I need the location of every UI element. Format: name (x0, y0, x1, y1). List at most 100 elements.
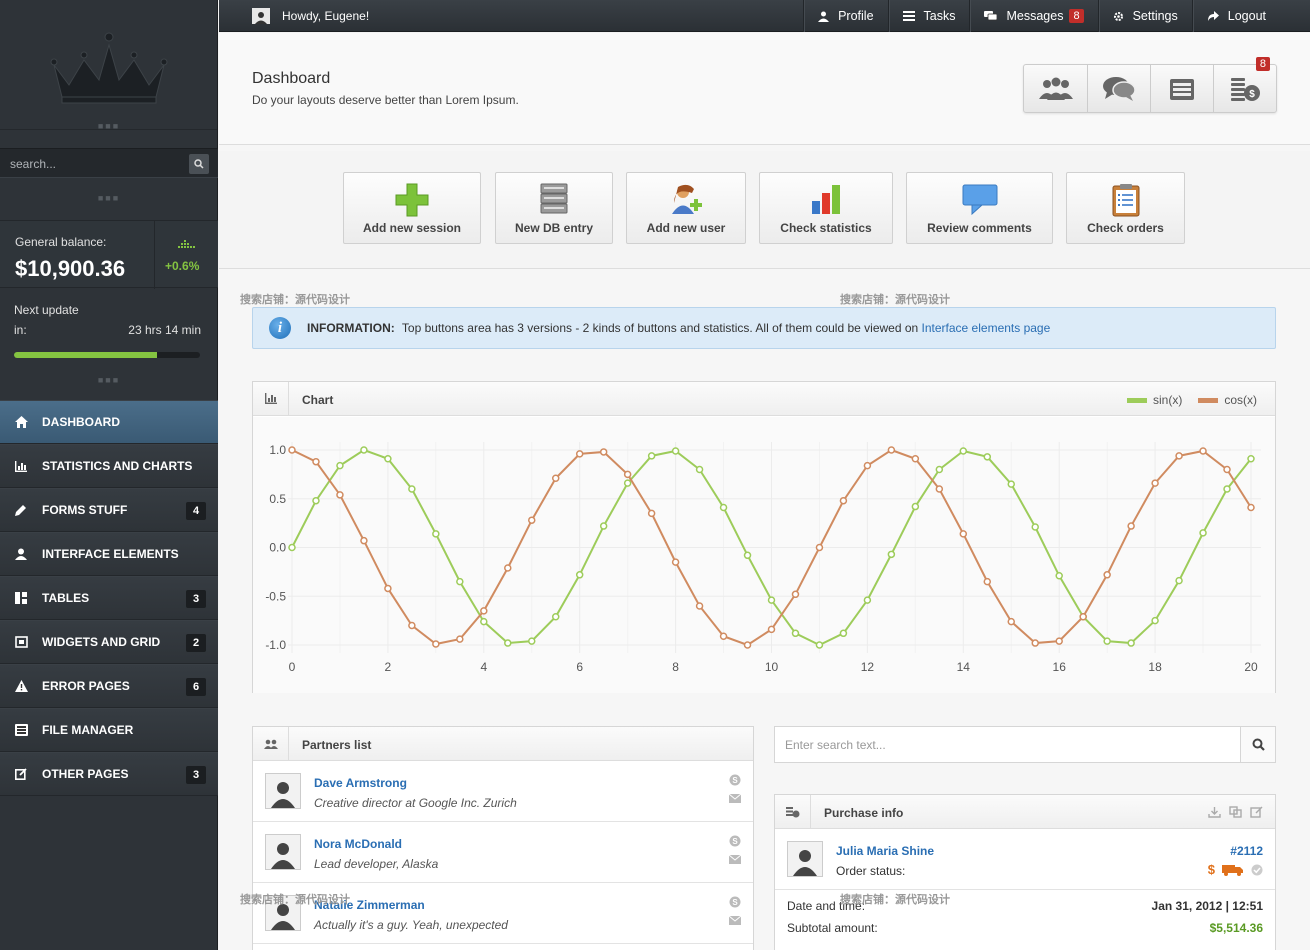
balance-panel: General balance: $10,900.36 +0.6% (0, 220, 218, 289)
partner-avatar (265, 834, 301, 870)
bar-chart-icon (0, 460, 42, 472)
sidebar-search-input[interactable] (4, 153, 184, 175)
edit-icon[interactable] (1250, 806, 1263, 818)
data-point-sin (791, 629, 800, 638)
content-search-button[interactable] (1240, 727, 1275, 762)
order-id[interactable]: #2112 (1230, 844, 1263, 858)
logout-link[interactable]: Logout (1191, 0, 1280, 32)
x-tick-label: 12 (861, 660, 875, 674)
settings-link[interactable]: Settings (1097, 0, 1192, 32)
content-search-input[interactable] (775, 727, 1241, 762)
x-tick-label: 16 (1053, 660, 1067, 674)
comments-stat-button[interactable] (1087, 65, 1150, 112)
cabinet-stat-button[interactable] (1150, 65, 1213, 112)
data-point-cos (815, 543, 824, 552)
profile-link[interactable]: Profile (803, 0, 887, 32)
partner-name[interactable]: Dave Armstrong (314, 776, 407, 790)
plus-icon (395, 183, 429, 217)
progress-fill (14, 352, 158, 358)
x-tick-label: 0 (289, 660, 296, 674)
skype-icon[interactable]: S (729, 835, 741, 847)
data-point-cos (671, 558, 680, 566)
tasks-link[interactable]: Tasks (887, 0, 970, 32)
interface-elements-link[interactable]: Interface elements page (922, 321, 1051, 335)
copy-icon[interactable] (1229, 806, 1242, 818)
sidebar-item-other-pages[interactable]: Other pages 3 (0, 752, 218, 796)
date-value: Jan 31, 2012 | 12:51 (1151, 899, 1263, 913)
sidebar-item-dashboard[interactable]: Dashboard (0, 400, 218, 444)
data-point-sin (384, 455, 392, 463)
x-tick-label: 20 (1244, 660, 1258, 674)
sidebar-item-forms-stuff[interactable]: Forms stuff 4 (0, 488, 218, 532)
data-point-sin (815, 641, 824, 649)
sidebar-item-interface-elements[interactable]: Interface elements (0, 532, 218, 576)
partners-list: Dave Armstrong Creative director at Googl… (253, 761, 753, 944)
data-point-cos (1247, 503, 1255, 512)
user-greeting[interactable]: Howdy, Eugene! (252, 0, 369, 32)
info-message: Top buttons area has 3 versions - 2 kind… (401, 321, 919, 335)
clipboard-icon (1112, 184, 1139, 217)
add-new-user-button[interactable]: Add new user (626, 172, 746, 244)
check-orders-button[interactable]: Check orders (1066, 172, 1185, 244)
mail-icon[interactable] (729, 794, 741, 804)
check-circle-icon (1251, 864, 1263, 875)
mail-icon[interactable] (729, 916, 741, 926)
skype-icon[interactable]: S (729, 896, 741, 908)
legend-swatch-cos (1198, 397, 1219, 403)
review-comments-button[interactable]: Review comments (906, 172, 1053, 244)
x-tick-label: 8 (672, 660, 679, 674)
messages-link[interactable]: Messages 8 (969, 0, 1097, 32)
skype-icon[interactable]: S (729, 774, 741, 786)
sidebar-search-button[interactable] (189, 154, 209, 174)
customer-avatar (787, 841, 823, 877)
revenue-stat-button[interactable]: $ 8 (1213, 57, 1276, 112)
sidebar-nav: Dashboard Statistics and charts Forms stuf… (0, 400, 218, 796)
logo (0, 0, 217, 130)
balance-value: $10,900.36 (15, 256, 126, 281)
legend-item-sin[interactable]: sin(x) (1126, 393, 1182, 407)
data-point-cos (1103, 571, 1111, 579)
add-new-session-button[interactable]: Add new session (343, 172, 481, 244)
x-tick-label: 6 (576, 660, 583, 674)
data-point-cos (1199, 447, 1207, 455)
sidebar-item-statistics-and-charts[interactable]: Statistics and charts (0, 444, 218, 488)
svg-text:S: S (732, 837, 738, 846)
subtotal-label: Subtotal amount: (787, 921, 878, 935)
data-point-cos (504, 564, 512, 572)
partner-actions: S (729, 896, 741, 926)
data-point-cos (1031, 639, 1039, 647)
data-point-sin (839, 629, 848, 638)
customer-name[interactable]: Julia Maria Shine (836, 844, 934, 858)
page-title: Dashboard (252, 70, 331, 87)
y-tick-label: 0.0 (269, 541, 286, 555)
pencil-icon (0, 504, 42, 516)
sparkline-icon (178, 240, 195, 248)
sidebar-item-tables[interactable]: Tables 3 (0, 576, 218, 620)
mail-icon[interactable] (729, 855, 741, 865)
purchase-widget: Purchase info Julia Maria Shine Order st… (774, 794, 1276, 950)
comments-icon (1103, 76, 1136, 101)
sidebar-item-widgets-and-grid[interactable]: Widgets and grid 2 (0, 620, 218, 664)
comment-bubble-icon (962, 184, 997, 215)
sidebar-search (0, 148, 218, 178)
next-update-panel: Next update in: 23 hrs 14 min (0, 288, 218, 370)
users-stat-button[interactable] (1024, 65, 1087, 112)
sidebar-item-file-manager[interactable]: File manager (0, 708, 218, 752)
big-button-label: Review comments (927, 221, 1032, 235)
sidebar-item-label: Other pages (42, 767, 129, 781)
data-point-sin (1055, 572, 1063, 580)
next-update-progress (14, 352, 200, 358)
legend-item-cos[interactable]: cos(x) (1198, 393, 1257, 407)
download-icon[interactable] (1208, 806, 1221, 818)
data-point-cos (863, 461, 872, 470)
new-db-entry-button[interactable]: New DB entry (495, 172, 613, 244)
balance-change: +0.6% (165, 259, 200, 273)
sidebar-item-error-pages[interactable]: Error pages 6 (0, 664, 218, 708)
data-point-cos (1055, 637, 1063, 645)
order-status-label: Order status: (836, 864, 906, 878)
partner-name[interactable]: Nora McDonald (314, 837, 402, 851)
partner-actions: S (729, 835, 741, 865)
svg-text:S: S (732, 898, 738, 907)
avatar-icon (252, 8, 270, 24)
check-statistics-button[interactable]: Check statistics (759, 172, 893, 244)
